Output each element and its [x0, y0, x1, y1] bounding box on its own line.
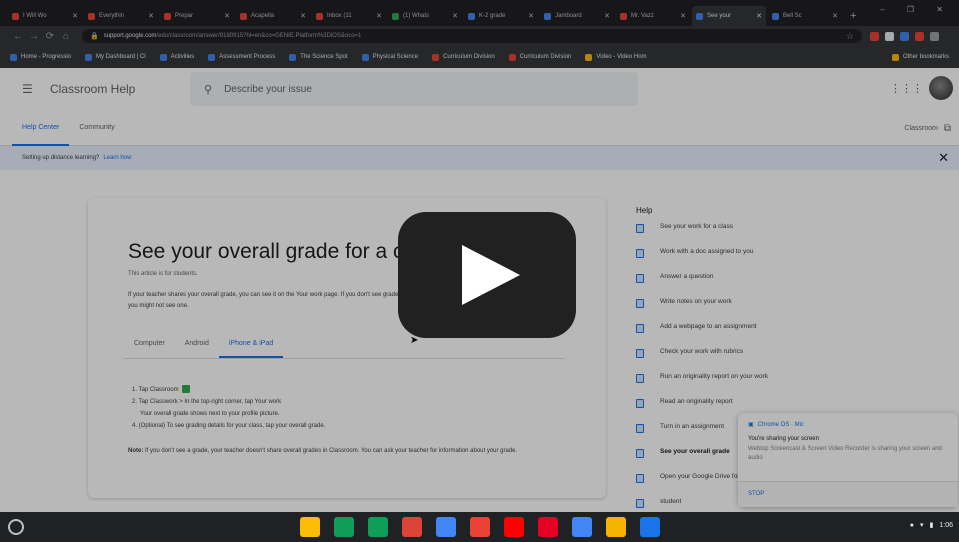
play-button[interactable] [398, 212, 576, 338]
shelf-apps [299, 517, 660, 537]
screen: I Will Wo ✕ Everythin ✕ Prepar ✕ Acapella ✕ Inbo… [0, 0, 959, 542]
battery-icon: ▮ [929, 522, 934, 529]
chrome-icon[interactable] [571, 517, 592, 537]
pdf-icon[interactable] [401, 517, 422, 537]
pinterest-icon[interactable] [537, 517, 558, 537]
files-icon[interactable] [639, 517, 660, 537]
wifi-icon: ▾ [920, 522, 924, 529]
slides-icon[interactable] [605, 517, 626, 537]
clock: 1:06 [939, 521, 953, 529]
youtube-icon[interactable] [503, 517, 524, 537]
docs-icon[interactable] [435, 517, 456, 537]
play-icon [462, 245, 520, 305]
sheets-icon[interactable] [333, 517, 354, 537]
keep-icon[interactable] [299, 517, 320, 537]
launcher-icon[interactable] [8, 519, 24, 535]
gmail-icon[interactable] [469, 517, 490, 537]
classroom-icon[interactable] [367, 517, 388, 537]
os-shelf: ● ▾ ▮ 1:06 [0, 512, 959, 542]
record-icon: ● [909, 521, 914, 529]
mouse-cursor-icon: ➤ [410, 335, 419, 346]
system-tray[interactable]: ● ▾ ▮ 1:06 [909, 521, 953, 530]
